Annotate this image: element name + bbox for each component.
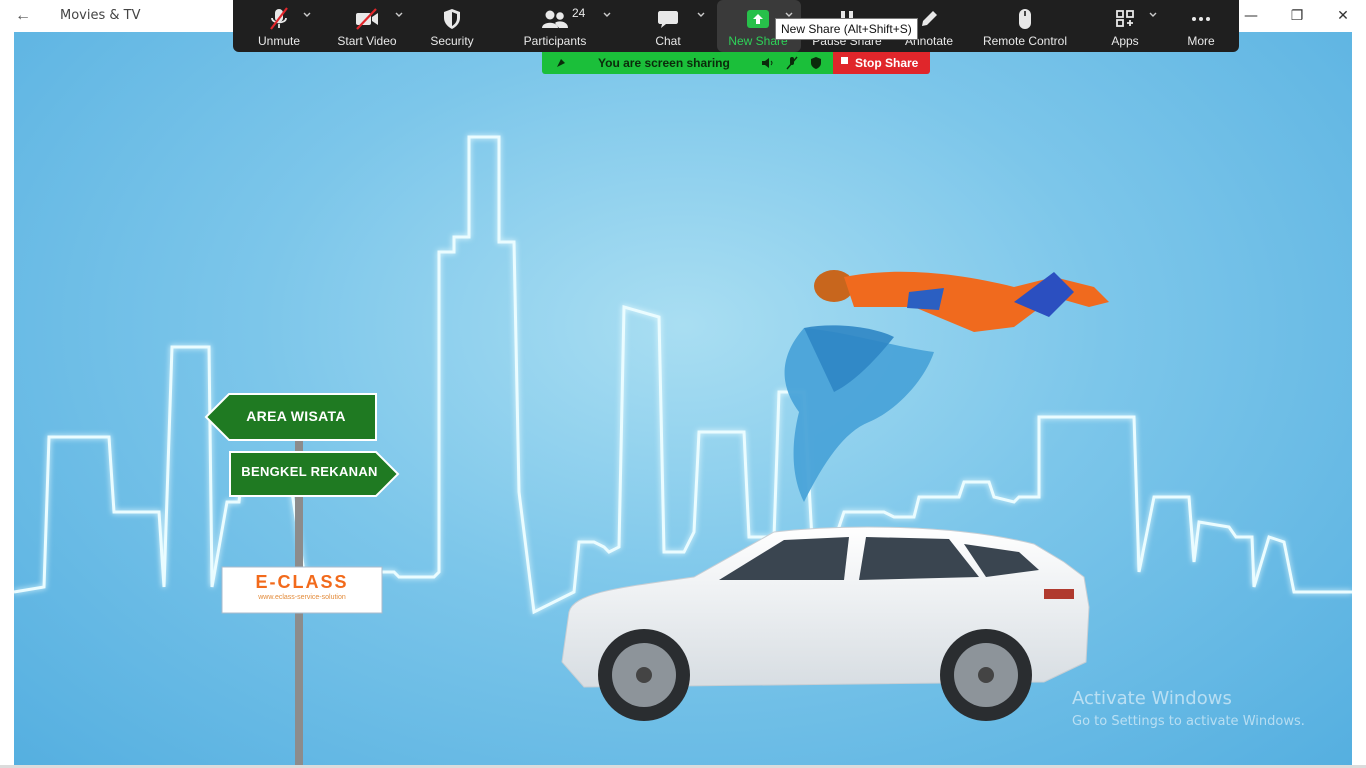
- start-video-label: Start Video: [337, 34, 397, 48]
- apps-label: Apps: [1111, 34, 1139, 48]
- app-title: Movies & TV: [60, 8, 141, 23]
- stop-square-icon: [841, 57, 848, 64]
- participants-icon: [542, 10, 568, 28]
- chevron-down-icon[interactable]: [302, 10, 312, 20]
- sign-label-area-wisata: AREA WISATA: [246, 408, 346, 424]
- share-screen-up-arrow-icon: [747, 10, 769, 28]
- activate-windows-title: Activate Windows: [1072, 688, 1232, 709]
- activate-windows-subtitle: Go to Settings to activate Windows.: [1072, 714, 1305, 729]
- pencil-icon: [922, 11, 937, 26]
- unmute-button[interactable]: Unmute: [247, 0, 311, 52]
- stop-share-button[interactable]: Stop Share: [833, 52, 930, 74]
- remote-control-label: Remote Control: [982, 34, 1068, 48]
- close-icon[interactable]: ✕: [1320, 0, 1366, 32]
- chevron-down-icon[interactable]: [1148, 10, 1158, 20]
- mouse-icon: [1019, 9, 1031, 29]
- screen-sharing-text: You are screen sharing: [598, 56, 730, 70]
- city-skyline-scene: [14, 135, 1352, 765]
- chevron-down-icon[interactable]: [696, 10, 706, 20]
- security-button[interactable]: Security: [421, 0, 483, 52]
- neon-skyline: [14, 135, 1352, 615]
- sign-label-bengkel-rekanan: BENGKEL REKANAN: [241, 464, 378, 479]
- more-button[interactable]: More: [1179, 0, 1223, 52]
- start-video-button[interactable]: Start Video: [331, 0, 403, 52]
- remote-control-button[interactable]: Remote Control: [981, 0, 1069, 52]
- eclass-logo-text: E-CLASS: [255, 572, 349, 592]
- more-dots-icon: [1192, 17, 1210, 21]
- restore-icon[interactable]: ❐: [1274, 0, 1320, 32]
- chevron-down-icon[interactable]: [394, 10, 404, 20]
- eclass-logo-subtext: www.eclass-service-solution: [258, 594, 346, 601]
- microphone-muted-icon: [270, 7, 288, 30]
- chat-label: Chat: [655, 34, 681, 48]
- flying-hero: [784, 270, 1109, 502]
- participants-label: Participants: [523, 34, 587, 48]
- security-label: Security: [430, 34, 474, 48]
- apps-icon: [1116, 10, 1134, 27]
- new-share-tooltip: New Share (Alt+Shift+S): [775, 18, 918, 40]
- apps-button[interactable]: Apps: [1105, 0, 1145, 52]
- microphone-muted-icon[interactable]: [785, 56, 799, 70]
- white-suv: [561, 526, 1090, 721]
- stop-share-label: Stop Share: [855, 56, 919, 70]
- drag-handle-icon[interactable]: [554, 56, 568, 70]
- shield-icon: [444, 9, 460, 29]
- screen-sharing-status-bar: You are screen sharing: [542, 52, 833, 74]
- unmute-label: Unmute: [257, 34, 301, 48]
- video-camera-off-icon: [356, 8, 378, 30]
- chat-bubble-icon: [658, 11, 678, 28]
- shield-icon[interactable]: [809, 56, 823, 70]
- participants-count: 24: [572, 6, 586, 20]
- chat-button[interactable]: Chat: [643, 0, 693, 52]
- more-label: More: [1187, 34, 1215, 48]
- speaker-icon[interactable]: [760, 56, 774, 70]
- video-frame: AREA WISATA BENGKEL REKANAN E-CLASS www.…: [14, 32, 1352, 765]
- chevron-down-icon[interactable]: [602, 10, 612, 20]
- arrow-left-icon[interactable]: ←: [10, 6, 36, 26]
- zoom-meeting-toolbar: Unmute Start Video Security Participants…: [233, 0, 1239, 52]
